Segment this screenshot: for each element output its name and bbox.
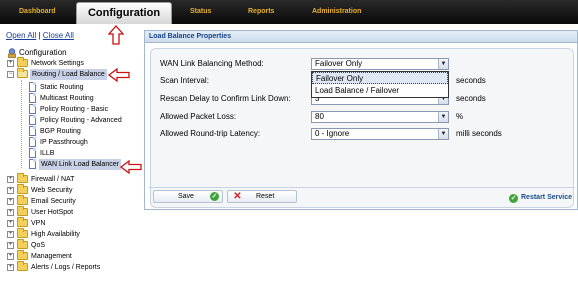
method-select[interactable]: Failover Only ▼ [311,58,449,70]
expand-plus-icon[interactable]: + [7,209,14,216]
tree-item-label: ILLB [40,150,55,157]
save-button[interactable]: Save ✓ [153,190,223,203]
chevron-down-icon[interactable]: ▼ [438,129,448,139]
page-icon [29,126,36,136]
nav-administration[interactable]: Administration [312,0,361,24]
folder-icon [17,173,28,183]
latency-label: Allowed Round-trip Latency: [160,129,261,138]
annotation-left-arrow-icon [108,68,130,82]
annotation-up-arrow-icon [108,25,124,45]
restart-service-label: Restart Service [521,194,572,201]
tree-item-label: User HotSpot [31,209,74,216]
tree-item-label: Routing / Load Balance [30,69,107,80]
reset-button[interactable]: ✕ Reset [227,190,297,203]
chevron-down-icon[interactable]: ▼ [438,59,448,69]
tree-item-label: Static Routing [40,84,84,91]
nav-dashboard[interactable]: Dashboard [19,0,56,24]
check-icon: ✓ [210,192,219,201]
method-select-value: Failover Only [315,59,363,68]
page-icon [29,148,36,158]
tree-root-label: Configuration [19,48,67,57]
tree-item-label: Alerts / Logs / Reports [31,264,101,271]
tree-item-label: WAN Link Load Balancer [39,159,121,170]
packet-loss-label: Allowed Packet Loss: [160,112,237,121]
close-all-link[interactable]: Close All [43,31,74,40]
panel-title: Load Balance Properties [145,31,577,43]
folder-icon [17,184,28,194]
folder-icon [17,261,28,271]
packet-loss-select[interactable]: 80 ▼ [311,111,449,123]
save-button-label: Save [178,193,194,200]
tree-item-label: Multicast Routing [40,95,94,102]
action-bar: Save ✓ ✕ Reset ✓ Restart Service [149,187,575,207]
folder-icon [17,228,28,238]
scan-interval-label: Scan Interval: [160,76,209,85]
rescan-delay-unit: seconds [456,94,486,103]
expand-plus-icon[interactable]: + [7,187,14,194]
folder-icon [17,250,28,260]
collapse-minus-icon[interactable]: − [7,71,14,78]
method-option[interactable]: Load Balance / Failover [312,85,448,97]
folder-icon [17,206,28,216]
folder-icon [17,217,28,227]
method-label: WAN Link Balancing Method: [160,59,264,68]
tree-item-label: Email Security [31,198,76,205]
rescan-delay-label: Rescan Delay to Confirm Link Down: [160,94,291,103]
expand-plus-icon[interactable]: + [7,220,14,227]
tree-item-label: High Availability [31,231,80,238]
latency-select[interactable]: 0 - Ignore ▼ [311,128,449,140]
load-balance-properties-panel: Load Balance Properties WAN Link Balanci… [144,30,578,210]
expand-plus-icon[interactable]: + [7,242,14,249]
link-separator: | [38,31,41,40]
annotation-left-arrow-icon [120,160,142,174]
tree-item-label: BGP Routing [40,128,81,135]
expand-plus-icon[interactable]: + [7,176,14,183]
page-icon [29,93,36,103]
packet-loss-value: 80 [315,112,324,121]
folder-icon [17,57,28,67]
nav-configuration[interactable]: Configuration [76,2,172,24]
tree-item-label: Firewall / NAT [31,176,75,183]
method-dropdown-list: Failover Only Load Balance / Failover [311,71,449,98]
latency-unit: milli seconds [456,129,502,138]
tree-item-label: Network Settings [31,60,84,67]
tree-toggle-links: Open All | Close All [6,31,74,40]
properties-form: WAN Link Balancing Method: Failover Only… [150,48,574,208]
tree-item-label: Policy Routing - Basic [40,106,109,113]
check-icon: ✓ [509,194,518,203]
page-icon [29,159,36,169]
packet-loss-unit: % [456,112,464,121]
expand-plus-icon[interactable]: + [7,264,14,271]
folder-icon [17,195,28,205]
tree-item-label: IP Passthrough [40,139,88,146]
folder-icon [17,239,28,249]
page-icon [29,137,36,147]
nav-reports[interactable]: Reports [248,0,274,24]
tree-item-label: Management [31,253,72,260]
chevron-down-icon[interactable]: ▼ [438,112,448,122]
restart-service-button[interactable]: ✓ Restart Service [509,193,572,203]
page-icon [29,82,36,92]
configuration-root-icon [8,48,16,58]
expand-plus-icon[interactable]: + [7,231,14,238]
page-icon [29,104,36,114]
expand-plus-icon[interactable]: + [7,198,14,205]
tree-item-label: Web Security [31,187,73,194]
nav-status[interactable]: Status [190,0,211,24]
tree-item-label: QoS [31,242,46,249]
reset-button-label: Reset [256,193,275,200]
latency-value: 0 - Ignore [315,129,350,138]
top-nav-bar: Dashboard Configuration Status Reports A… [0,0,578,24]
tree-item-label: VPN [31,220,46,227]
folder-open-icon [17,68,28,78]
tree-guide-line [21,80,22,168]
scan-interval-unit: seconds [456,76,486,85]
open-all-link[interactable]: Open All [6,31,36,40]
close-icon: ✕ [233,191,242,202]
page-icon [29,115,36,125]
tree-item-label: Policy Routing - Advanced [40,117,122,124]
method-option[interactable]: Failover Only [312,72,448,84]
expand-plus-icon[interactable]: + [7,60,14,67]
expand-plus-icon[interactable]: + [7,253,14,260]
